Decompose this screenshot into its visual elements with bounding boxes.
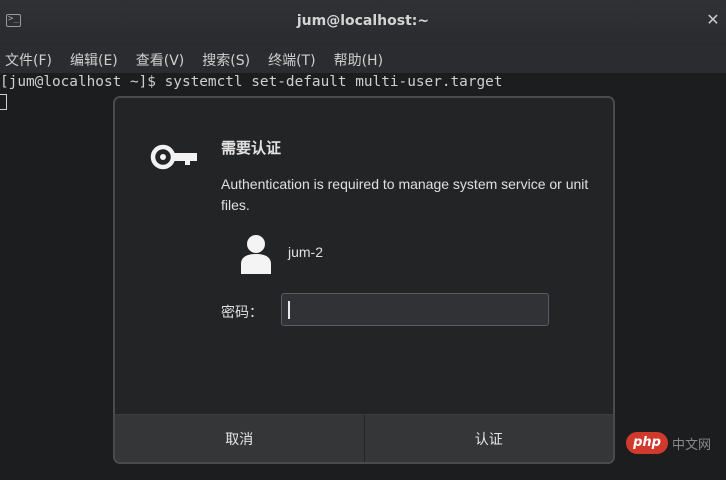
terminal-cursor (0, 94, 7, 110)
php-logo: php (626, 432, 668, 454)
terminal-command-line: [jum@localhost ~]$ systemctl set-default… (0, 74, 503, 90)
authenticate-button[interactable]: 认证 (364, 415, 613, 462)
text-caret (288, 301, 290, 319)
menu-bar: 文件(F) 编辑(E) 查看(V) 搜索(S) 终端(T) 帮助(H) (0, 46, 726, 73)
dialog-button-row: 取消 认证 (115, 414, 613, 462)
title-bar: >_ jum@localhost:~ ✕ (0, 0, 726, 47)
screen: >_ jum@localhost:~ ✕ 文件(F) 编辑(E) 查看(V) 搜… (0, 0, 726, 480)
cancel-button[interactable]: 取消 (115, 415, 365, 462)
dialog-heading: 需要认证 (221, 139, 282, 157)
dialog-message: Authentication is required to manage sys… (221, 176, 589, 213)
user-avatar-icon (241, 235, 271, 274)
user-name: jum-2 (288, 244, 324, 260)
menu-edit[interactable]: 编辑(E) (64, 50, 118, 70)
window-title: jum@localhost:~ (296, 13, 430, 29)
password-label: 密码： (221, 305, 263, 321)
menu-search[interactable]: 搜索(S) (196, 50, 250, 70)
authentication-dialog: 需要认证 Authentication is required to manag… (113, 96, 615, 464)
menu-terminal[interactable]: 终端(T) (262, 50, 315, 70)
key-icon (150, 144, 197, 170)
watermark: php 中文网 (626, 432, 711, 454)
close-button[interactable]: ✕ (704, 11, 722, 29)
menu-view[interactable]: 查看(V) (130, 50, 185, 70)
watermark-site-text: 中文网 (672, 437, 712, 453)
menu-file[interactable]: 文件(F) (0, 50, 52, 70)
password-input[interactable] (281, 293, 549, 326)
menu-help[interactable]: 帮助(H) (328, 50, 383, 70)
